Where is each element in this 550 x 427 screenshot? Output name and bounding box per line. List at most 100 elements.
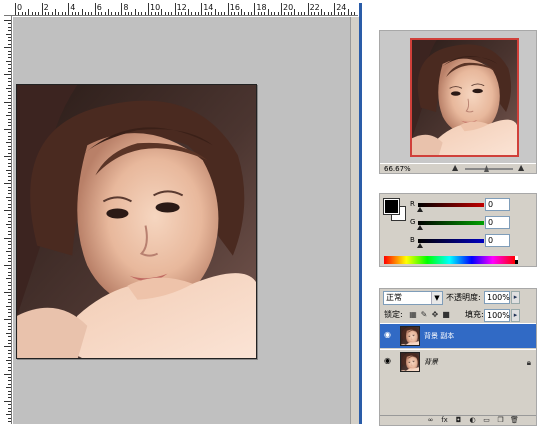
ruler-tick <box>8 132 11 134</box>
lock-pixels-icon[interactable]: ✎ <box>420 310 428 319</box>
small-mountain-icon[interactable]: ▲ <box>452 164 458 172</box>
ruler-tick <box>88 12 90 15</box>
ruler-tick <box>8 57 11 59</box>
ruler-tick <box>18 12 20 15</box>
ruler-tick <box>94 3 96 15</box>
ruler-tick <box>6 224 11 225</box>
color-panel: R 0 G 0 B 0 <box>379 193 537 267</box>
ruler-tick <box>8 227 11 229</box>
ruler-tick <box>101 12 103 15</box>
green-channel-slider[interactable] <box>418 221 484 225</box>
blue-slider-handle[interactable] <box>417 243 423 248</box>
ruler-tick <box>201 3 203 15</box>
ruler-tick <box>68 3 70 15</box>
ruler-tick <box>8 40 11 42</box>
opacity-arrow-icon[interactable]: ▸ <box>511 291 520 304</box>
layers-panel: 正常 ▼ 不透明度: 100% ▸ 锁定: ▦ ✎ ✥ ■ 填充: 100% ▸… <box>379 288 537 426</box>
red-channel-slider[interactable] <box>418 203 484 207</box>
trash-icon[interactable]: 🗑︎ <box>510 416 519 425</box>
ruler-tick <box>4 237 11 239</box>
ruler-tick <box>8 159 11 161</box>
new-layer-icon[interactable]: ❐ <box>496 416 505 425</box>
ruler-tick <box>8 162 11 164</box>
ruler-tick <box>61 12 63 15</box>
ruler-tick <box>6 33 11 35</box>
navigator-view-box[interactable] <box>410 38 519 157</box>
green-value-input[interactable]: 0 <box>485 216 510 229</box>
ruler-tick <box>327 12 329 15</box>
ruler-tick <box>4 128 11 130</box>
blue-channel-label: B <box>410 236 415 244</box>
folder-icon[interactable]: ▭ <box>482 416 491 425</box>
ruler-tick <box>340 12 342 15</box>
zoom-slider-track[interactable] <box>465 168 513 170</box>
ruler-tick <box>6 278 11 280</box>
ruler-tick <box>8 54 11 55</box>
opacity-input[interactable]: 100% <box>484 291 510 304</box>
ruler-tick <box>151 12 153 15</box>
ruler-tick <box>31 12 33 15</box>
ruler-tick <box>8 390 11 392</box>
navigator-preview-area[interactable] <box>380 31 536 163</box>
blue-value-input[interactable]: 0 <box>485 234 510 247</box>
layer-row-background[interactable]: ◉ 背景 🔒︎ <box>380 349 536 374</box>
eye-icon[interactable]: ◉ <box>384 331 394 339</box>
eye-icon[interactable]: ◉ <box>384 357 394 365</box>
ruler-tick <box>8 411 11 412</box>
ruler-tick <box>8 179 11 181</box>
color-spectrum-bar[interactable] <box>384 256 515 264</box>
ruler-tick <box>4 20 11 21</box>
adjustment-icon[interactable]: ◐ <box>468 416 477 425</box>
link-icon[interactable]: ∞ <box>426 416 435 425</box>
ruler-number: 20 <box>283 3 294 12</box>
lock-all-icon[interactable]: ■ <box>442 310 450 319</box>
green-slider-handle[interactable] <box>417 225 423 230</box>
foreground-color-swatch[interactable] <box>383 198 400 215</box>
ruler-tick <box>191 12 193 15</box>
fill-input[interactable]: 100% <box>484 309 510 322</box>
ruler-tick <box>6 142 11 144</box>
ruler-tick <box>8 349 11 351</box>
fill-label: 填充: <box>465 310 484 319</box>
ruler-tick <box>194 12 196 15</box>
ruler-tick <box>8 67 11 69</box>
ruler-tick <box>354 12 356 15</box>
navigator-zoom-bar: 66.67% ▲ ▲ <box>380 163 536 173</box>
ruler-tick <box>44 12 46 15</box>
ruler-tick <box>54 9 56 15</box>
ruler-tick <box>144 12 146 15</box>
ruler-tick <box>8 186 11 188</box>
blend-mode-select[interactable]: 正常 ▼ <box>383 291 443 305</box>
ruler-tick <box>284 12 286 15</box>
canvas-scrollbar[interactable] <box>350 17 359 424</box>
ruler-tick <box>8 176 11 178</box>
zoom-value[interactable]: 66.67% <box>384 165 411 173</box>
portrait-photo[interactable] <box>16 84 257 359</box>
fx-icon[interactable]: fx <box>440 416 449 425</box>
ruler-tick <box>8 108 11 110</box>
vertical-ruler <box>4 16 12 424</box>
ruler-tick <box>8 281 11 283</box>
ruler-tick <box>237 12 239 15</box>
ruler-tick <box>41 3 43 15</box>
mask-icon[interactable]: ◘ <box>454 416 463 425</box>
blue-channel-slider[interactable] <box>418 239 484 243</box>
red-value-input[interactable]: 0 <box>485 198 510 211</box>
black-white-swatch[interactable] <box>515 256 518 264</box>
ruler-tick <box>204 12 206 15</box>
lock-position-icon[interactable]: ✥ <box>431 310 439 319</box>
layer-row-background-copy[interactable]: ◉ 背景 副本 <box>380 323 536 348</box>
ruler-tick <box>8 421 11 423</box>
lock-transparent-icon[interactable]: ▦ <box>409 310 417 319</box>
ruler-tick <box>8 125 11 127</box>
ruler-tick <box>304 12 306 15</box>
fill-arrow-icon[interactable]: ▸ <box>511 309 520 322</box>
red-slider-handle[interactable] <box>417 207 423 212</box>
ruler-tick <box>4 346 11 348</box>
ruler-tick <box>4 183 11 185</box>
large-mountain-icon[interactable]: ▲ <box>518 164 524 172</box>
ruler-tick <box>4 210 11 212</box>
chevron-down-icon[interactable]: ▼ <box>431 292 442 304</box>
ruler-tick <box>71 12 73 15</box>
ruler-tick <box>8 404 11 406</box>
